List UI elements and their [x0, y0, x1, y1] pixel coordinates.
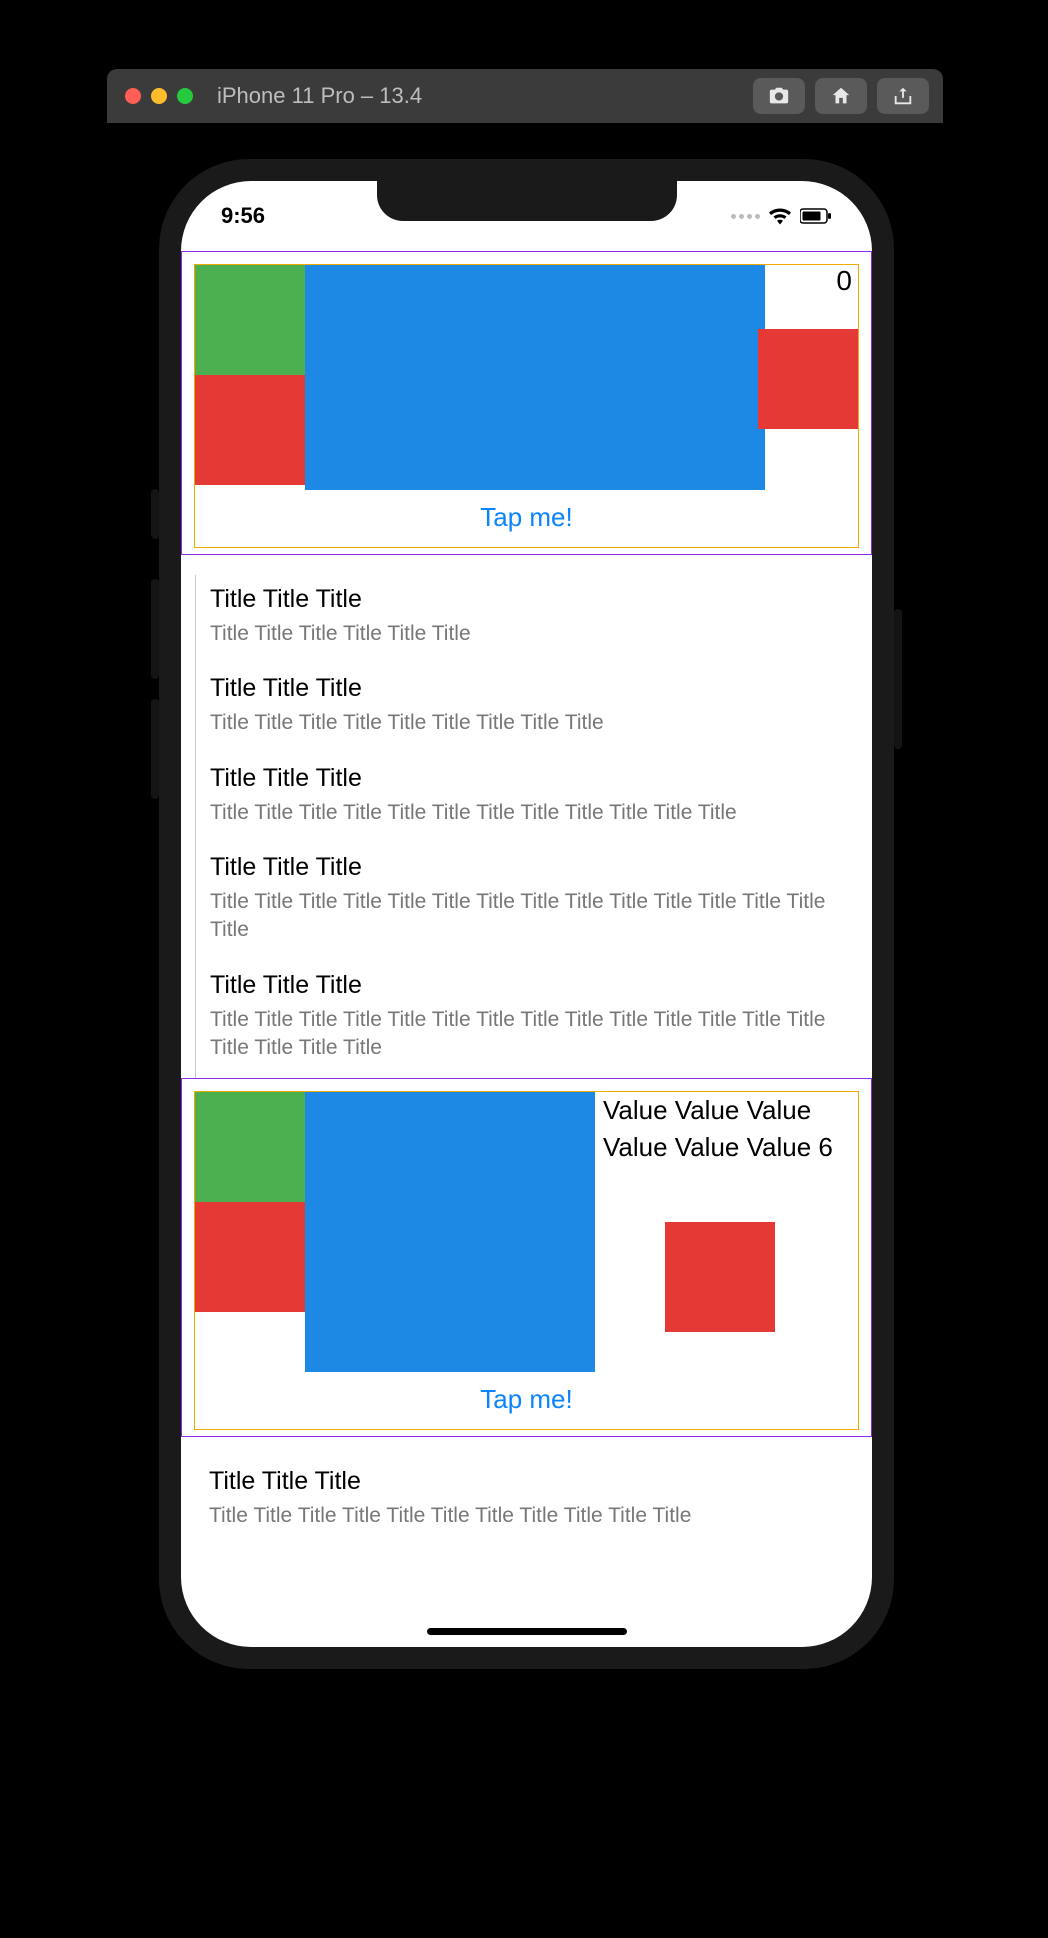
ringer-switch	[151, 489, 159, 539]
side-button	[894, 609, 902, 749]
blue-box-icon	[305, 265, 765, 490]
card-top: 0	[195, 265, 858, 490]
red-box-icon	[195, 1202, 305, 1312]
card-1: Value Value Value Value Value Value 6 Ta…	[194, 1091, 859, 1430]
title-list-tail: Title Title Title Title Title Title Titl…	[195, 1457, 872, 1546]
list-item-title: Title Title Title	[210, 585, 854, 614]
window-toolbar	[753, 78, 929, 114]
list-item-subtitle: Title Title Title Title Title Title Titl…	[210, 709, 854, 737]
green-box-icon	[195, 265, 305, 375]
notch	[377, 181, 677, 221]
phone-frame: 9:56	[159, 159, 894, 1669]
volume-up-button	[151, 579, 159, 679]
screenshot-button[interactable]	[753, 78, 805, 114]
zoom-icon[interactable]	[177, 88, 193, 104]
minimize-icon[interactable]	[151, 88, 167, 104]
close-icon[interactable]	[125, 88, 141, 104]
list-item[interactable]: Title Title Title Title Title Title Titl…	[210, 575, 854, 664]
card-right: Value Value Value Value Value Value 6	[595, 1092, 858, 1372]
blue-box-icon	[305, 1092, 595, 1372]
scroll-content[interactable]: 0 Tap me! Title Title Title Title Title …	[181, 251, 872, 1647]
list-item-subtitle: Title Title Title Title Title Title Titl…	[210, 888, 854, 945]
value-label: Value Value Value Value Value Value 6	[603, 1092, 858, 1165]
list-item[interactable]: Title Title Title Title Title Title Titl…	[210, 664, 854, 753]
card-0: 0 Tap me!	[194, 264, 859, 548]
phone-screen: 9:56	[181, 181, 872, 1647]
battery-icon	[800, 208, 832, 224]
list-item-subtitle: Title Title Title Title Title Title	[210, 620, 854, 648]
list-item-title: Title Title Title	[210, 764, 854, 793]
list-item-subtitle: Title Title Title Title Title Title Titl…	[210, 799, 854, 827]
tap-button[interactable]: Tap me!	[195, 1372, 858, 1429]
list-item-title: Title Title Title	[209, 1467, 854, 1496]
window-title: iPhone 11 Pro – 13.4	[217, 83, 422, 109]
status-icons	[731, 207, 832, 225]
home-indicator[interactable]	[427, 1628, 627, 1635]
window-traffic-lights	[125, 88, 193, 104]
list-item-title: Title Title Title	[210, 971, 854, 1000]
status-time: 9:56	[221, 203, 265, 229]
counter-label: 0	[836, 265, 852, 297]
share-button[interactable]	[877, 78, 929, 114]
panel-1: Value Value Value Value Value Value 6 Ta…	[181, 1078, 872, 1437]
green-box-icon	[195, 1092, 305, 1202]
title-list: Title Title Title Title Title Title Titl…	[195, 575, 872, 1078]
card-top: Value Value Value Value Value Value 6	[195, 1092, 858, 1372]
list-item-subtitle: Title Title Title Title Title Title Titl…	[210, 1006, 854, 1063]
home-button[interactable]	[815, 78, 867, 114]
panel-0: 0 Tap me!	[181, 251, 872, 555]
list-item[interactable]: Title Title Title Title Title Title Titl…	[210, 843, 854, 961]
wifi-icon	[768, 207, 792, 225]
sim-window-titlebar: iPhone 11 Pro – 13.4	[107, 69, 943, 123]
list-item-title: Title Title Title	[210, 853, 854, 882]
list-item-subtitle: Title Title Title Title Title Title Titl…	[209, 1502, 854, 1530]
cellular-icon	[731, 214, 760, 219]
left-stack	[195, 1092, 305, 1372]
left-stack	[195, 265, 305, 490]
list-item[interactable]: Title Title Title Title Title Title Titl…	[209, 1457, 854, 1546]
red-box-icon	[195, 375, 305, 485]
red-box-icon	[758, 329, 858, 429]
volume-down-button	[151, 699, 159, 799]
list-item[interactable]: Title Title Title Title Title Title Titl…	[210, 754, 854, 843]
red-box-icon	[665, 1222, 775, 1332]
list-item-title: Title Title Title	[210, 674, 854, 703]
tap-button[interactable]: Tap me!	[195, 490, 858, 547]
card-right: 0	[765, 265, 858, 490]
list-item[interactable]: Title Title Title Title Title Title Titl…	[210, 961, 854, 1079]
